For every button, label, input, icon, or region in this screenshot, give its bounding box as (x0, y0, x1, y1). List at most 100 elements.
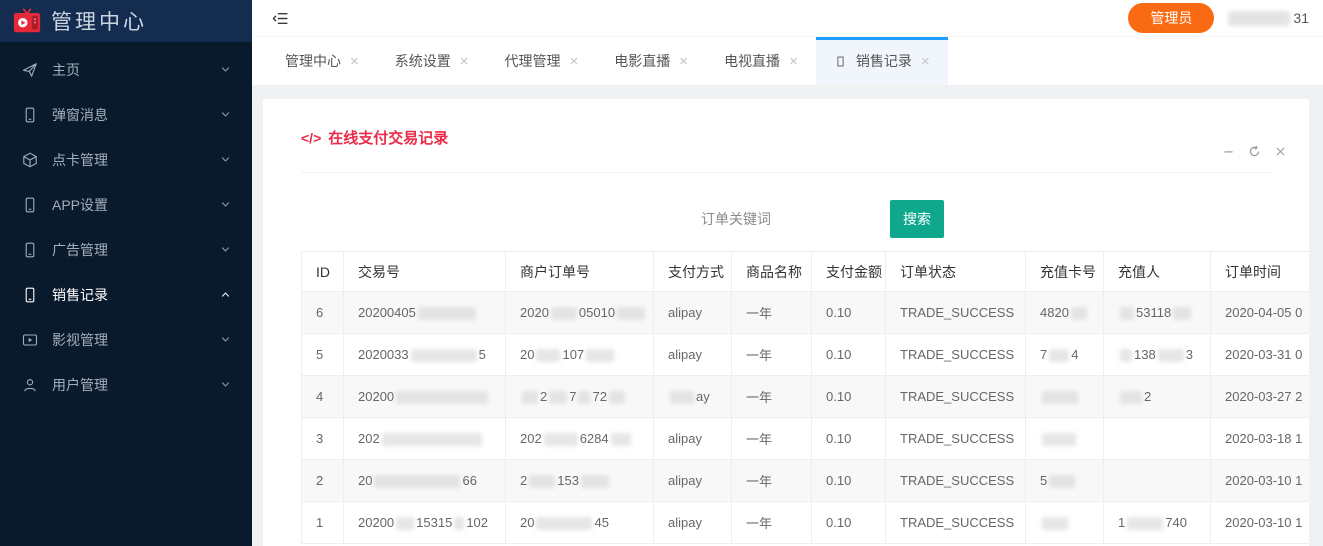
cell-status: TRADE_SUCCESS (886, 334, 1026, 376)
brand-logo[interactable]: 管理中心 (0, 0, 252, 42)
cell-card-no: 74 (1026, 334, 1104, 376)
sidebar: 管理中心 主页弹窗消息点卡管理 APP设置广告管理销售记录影视管理用户管理 (0, 0, 252, 546)
username[interactable]: 31 (1228, 10, 1309, 26)
content-area: </> 在线支付交易记录 搜索 ID交易号商户订单号支付方式商品名称支付金额订单… (252, 85, 1323, 546)
redacted-text (1042, 391, 1078, 404)
minimize-icon[interactable] (1222, 145, 1235, 158)
cell-id: 1 (302, 502, 344, 544)
close-icon[interactable] (1274, 145, 1287, 158)
close-tab-icon[interactable]: × (679, 54, 688, 69)
cell-amount: 0.10 (812, 334, 886, 376)
sidebar-item-user-management[interactable]: 用户管理 (0, 362, 252, 407)
sidebar-item-sales-records[interactable]: 销售记录 (0, 272, 252, 317)
app-root: 管理中心 主页弹窗消息点卡管理 APP设置广告管理销售记录影视管理用户管理 管理员… (0, 0, 1323, 546)
sidebar-item-label: 点卡管理 (52, 150, 108, 170)
sidebar-item-label: 用户管理 (52, 375, 108, 395)
sidebar-item-home[interactable]: 主页 (0, 47, 252, 92)
redacted-text (1049, 349, 1069, 362)
column-header-order-time: 订单时间 (1211, 252, 1310, 292)
table-row: 52020033520107alipay一年0.10TRADE_SUCCESS7… (302, 334, 1310, 376)
cell-product: 一年 (732, 292, 812, 334)
tab-sales-records[interactable]: 销售记录× (816, 37, 948, 85)
tv-logo-icon (12, 7, 42, 35)
tab-admin-center[interactable]: 管理中心 × (267, 37, 377, 85)
order-keyword-input[interactable] (628, 200, 844, 238)
redacted-text (382, 433, 482, 446)
collapse-sidebar-icon[interactable] (272, 10, 289, 27)
mobile-icon (22, 242, 38, 258)
cell-product: 一年 (732, 376, 812, 418)
redacted-text (529, 475, 555, 488)
redacted-text (411, 349, 477, 362)
tab-label: 电影直播 (614, 51, 670, 71)
video-icon (22, 332, 38, 348)
redacted-text (536, 517, 592, 530)
close-tab-icon[interactable]: × (921, 54, 930, 69)
cell-amount: 0.10 (812, 502, 886, 544)
tab-system-settings[interactable]: 系统设置× (377, 37, 487, 85)
paper-plane-icon (22, 62, 38, 78)
column-header-pay-method: 支付方式 (654, 252, 732, 292)
table-row: 32022026284alipay一年0.10TRADE_SUCCESS2020… (302, 418, 1310, 460)
cell-id: 6 (302, 292, 344, 334)
cell-status: TRADE_SUCCESS (886, 418, 1026, 460)
cell-status: TRADE_SUCCESS (886, 292, 1026, 334)
cell-pay-method: alipay (654, 418, 732, 460)
column-header-amount: 支付金额 (812, 252, 886, 292)
tab-agent-management[interactable]: 代理管理× (487, 37, 597, 85)
close-tab-icon[interactable]: × (350, 54, 359, 69)
cell-id: 3 (302, 418, 344, 460)
cell-order-no: 2045 (506, 502, 654, 544)
cell-card-no: 5 (1026, 460, 1104, 502)
cell-order-no: 2772 (506, 376, 654, 418)
search-row: 搜索 (301, 200, 1271, 238)
topbar-right: 管理员 31 (1128, 3, 1309, 33)
redacted-text (1049, 475, 1075, 488)
panel-controls (1222, 145, 1287, 158)
sidebar-item-label: APP设置 (52, 195, 108, 215)
cell-pay-method: ay (654, 376, 732, 418)
chevron-down-icon (219, 198, 232, 211)
redacted-text (586, 349, 614, 362)
sidebar-item-movie-management[interactable]: 影视管理 (0, 317, 252, 362)
cell-card-no (1026, 418, 1104, 460)
redacted-text (1120, 307, 1134, 320)
cell-recharger: 1740 (1104, 502, 1211, 544)
cell-card-no (1026, 376, 1104, 418)
close-tab-icon[interactable]: × (460, 54, 469, 69)
sidebar-item-card-management[interactable]: 点卡管理 (0, 137, 252, 182)
sidebar-item-app-settings[interactable]: APP设置 (0, 182, 252, 227)
tab-label: 管理中心 (285, 51, 341, 71)
column-header-recharger: 充值人 (1104, 252, 1211, 292)
redacted-text (418, 307, 476, 320)
sidebar-item-ad-management[interactable]: 广告管理 (0, 227, 252, 272)
mobile-icon (22, 287, 38, 303)
cell-product: 一年 (732, 418, 812, 460)
refresh-icon[interactable] (1248, 145, 1261, 158)
search-button[interactable]: 搜索 (890, 200, 944, 238)
cube-icon (22, 152, 38, 168)
redacted-text (396, 391, 488, 404)
sidebar-item-label: 弹窗消息 (52, 105, 108, 125)
sidebar-item-popup-messages[interactable]: 弹窗消息 (0, 92, 252, 137)
table-row: 4202002772ay一年0.10TRADE_SUCCESS22020-03-… (302, 376, 1310, 418)
redacted-text (522, 391, 538, 404)
cell-order-no: 2153 (506, 460, 654, 502)
username-suffix: 31 (1293, 10, 1309, 26)
close-tab-icon[interactable]: × (570, 54, 579, 69)
cell-order-time: 2020-03-18 1 (1211, 418, 1310, 460)
admin-role-badge[interactable]: 管理员 (1128, 3, 1214, 33)
sidebar-item-label: 主页 (52, 60, 80, 80)
column-header-card-no: 充值卡号 (1026, 252, 1104, 292)
divider (301, 172, 1271, 173)
main-area: 管理员 31 管理中心×系统设置×代理管理×电影直播×电视直播×销售记录× </… (252, 0, 1323, 546)
cell-order-time: 2020-03-31 0 (1211, 334, 1310, 376)
redacted-text (609, 391, 625, 404)
redacted-text (1127, 517, 1163, 530)
close-tab-icon[interactable]: × (789, 54, 798, 69)
redacted-text (611, 433, 631, 446)
transactions-table-wrap: ID交易号商户订单号支付方式商品名称支付金额订单状态充值卡号充值人订单时间620… (301, 251, 1309, 544)
chevron-down-icon (219, 63, 232, 76)
tab-tv-live[interactable]: 电视直播× (706, 37, 816, 85)
tab-movie-live[interactable]: 电影直播 × (596, 37, 706, 85)
